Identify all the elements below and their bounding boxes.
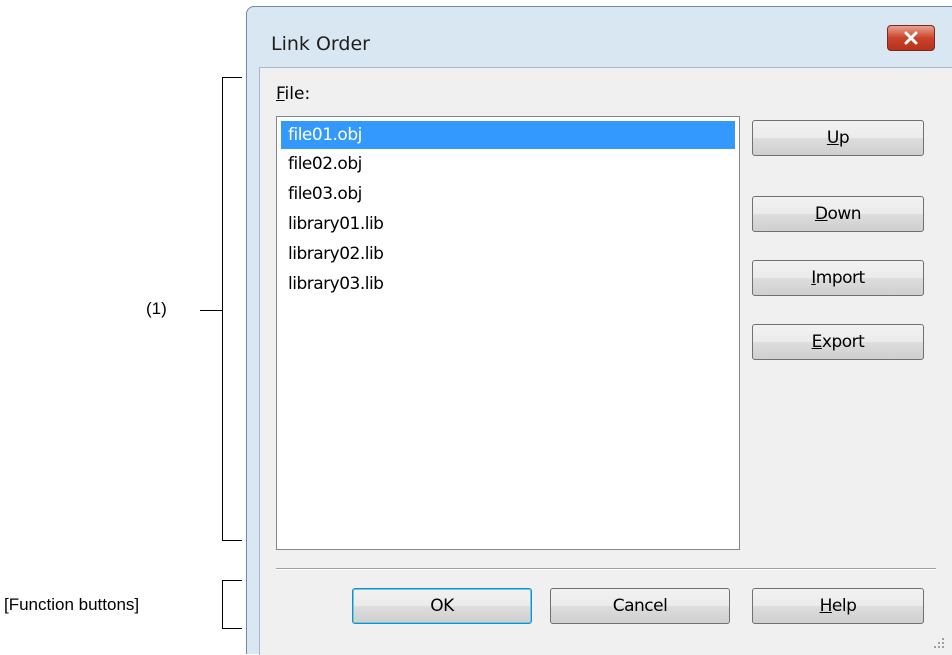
import-button-label: mport	[815, 268, 865, 288]
annotation-item1-leader	[200, 310, 222, 311]
annotation-item1-bracket-bottom	[222, 540, 242, 541]
file-listbox[interactable]: file01.obj file02.obj file03.obj library…	[276, 116, 740, 550]
close-button[interactable]	[887, 25, 935, 51]
up-button-label: p	[838, 128, 850, 148]
import-button[interactable]: Import	[752, 260, 924, 296]
close-icon	[904, 31, 918, 45]
cancel-button[interactable]: Cancel	[550, 588, 730, 624]
file-list-item[interactable]: file03.obj	[277, 179, 739, 209]
help-button[interactable]: Help	[752, 588, 924, 624]
function-buttons-separator	[276, 568, 936, 570]
file-list-item[interactable]: library03.lib	[277, 269, 739, 299]
file-list-item[interactable]: file02.obj	[277, 149, 739, 179]
ok-button-label: OK	[430, 596, 454, 616]
link-order-dialog: Link Order File: file01.obj file02.obj f…	[246, 6, 952, 655]
export-button-label: xport	[821, 332, 865, 352]
export-button-mnemonic: E	[811, 332, 823, 352]
annotation-item1-label: (1)	[146, 299, 167, 318]
cancel-button-label: Cancel	[612, 596, 668, 616]
ok-button[interactable]: OK	[352, 588, 532, 624]
dialog-client-area: File: file01.obj file02.obj file03.obj l…	[259, 67, 952, 655]
annotation-function-buttons-bracket-top	[222, 580, 242, 581]
help-button-mnemonic: H	[819, 596, 833, 616]
up-button[interactable]: Up	[752, 120, 924, 156]
annotation-function-buttons-bracket-vertical	[222, 580, 223, 629]
annotation-function-buttons-bracket-bottom	[222, 628, 242, 629]
help-button-label: elp	[831, 596, 857, 616]
file-list-label: File:	[276, 84, 311, 104]
annotation-item1-bracket-top	[222, 77, 242, 78]
resize-grip-icon[interactable]	[933, 637, 945, 649]
down-button-label: own	[827, 204, 862, 224]
annotation-function-buttons-label: [Function buttons]	[4, 595, 140, 614]
file-list-item[interactable]: library01.lib	[277, 209, 739, 239]
down-button-mnemonic: D	[814, 204, 828, 224]
annotation-item1-bracket-vertical	[222, 77, 223, 541]
up-button-mnemonic: U	[826, 128, 839, 148]
export-button[interactable]: Export	[752, 324, 924, 360]
dialog-title: Link Order	[271, 33, 370, 55]
file-list-item[interactable]: file01.obj	[281, 121, 735, 149]
file-list-item[interactable]: library02.lib	[277, 239, 739, 269]
down-button[interactable]: Down	[752, 196, 924, 232]
